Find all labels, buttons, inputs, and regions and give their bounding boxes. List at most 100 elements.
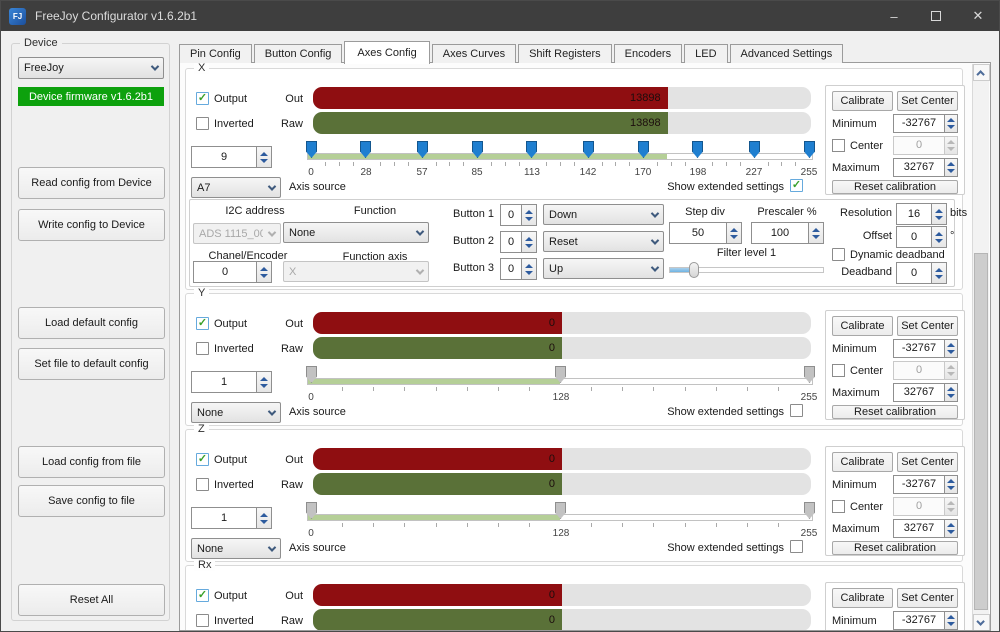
axis-button-3-number-arrows[interactable] (522, 258, 537, 280)
filter-level-slider[interactable] (669, 262, 824, 278)
prescaler-input[interactable]: 100 (751, 222, 824, 244)
minimum-input-arrows[interactable] (945, 114, 958, 133)
minimum-input-arrows[interactable] (945, 475, 958, 494)
inverted-checkbox[interactable] (196, 117, 209, 130)
resolution-input[interactable]: 16 (896, 203, 947, 225)
offset-input[interactable]: 0 (896, 226, 947, 248)
axis-button-1-number[interactable]: 0 (500, 204, 537, 226)
axis-source-select[interactable]: None (191, 402, 281, 423)
chanel-encoder-input[interactable]: 0 (193, 261, 272, 283)
maximum-input-arrows[interactable] (945, 158, 958, 177)
axis-slider[interactable]: 0128255 (307, 502, 813, 544)
set-center-button[interactable]: Set Center (897, 588, 958, 608)
output-checkbox[interactable]: ✓ (196, 317, 209, 330)
resolution-input-arrows[interactable] (932, 203, 947, 225)
tab-shift-registers[interactable]: Shift Registers (518, 44, 612, 63)
filter-slider-handle[interactable] (689, 262, 699, 278)
minimum-input[interactable]: -32767 (893, 339, 958, 358)
tab-advanced-settings[interactable]: Advanced Settings (730, 44, 844, 63)
scrollbar-thumb[interactable] (974, 253, 988, 610)
axis-points-input[interactable]: 1 (191, 371, 272, 393)
axis-slider[interactable]: 0285785113142170198227255 (307, 141, 813, 183)
axis-button-1-action-select[interactable]: Down (543, 204, 664, 225)
deadband-input-arrows[interactable] (932, 262, 947, 284)
output-checkbox[interactable]: ✓ (196, 92, 209, 105)
minimum-input[interactable]: -32767 (893, 475, 958, 494)
axis-slider[interactable]: 0128255 (307, 366, 813, 408)
i2c-address-select[interactable]: ADS 1115_00 (193, 223, 281, 244)
axis-points-input[interactable]: 1 (191, 507, 272, 529)
axis-points-input-arrows[interactable] (257, 507, 272, 529)
output-checkbox[interactable]: ✓ (196, 589, 209, 602)
minimum-input[interactable]: -32767 (893, 611, 958, 630)
maximum-input-arrows[interactable] (945, 519, 958, 538)
center-checkbox[interactable] (832, 139, 845, 152)
function-select[interactable]: None (283, 222, 429, 243)
dynamic-deadband-checkbox[interactable] (832, 248, 845, 261)
show-extended-checkbox[interactable] (790, 404, 803, 417)
maximum-input-arrows[interactable] (945, 383, 958, 402)
reset-calibration-button[interactable]: Reset calibration (832, 405, 958, 419)
center-input[interactable]: 0 (893, 136, 958, 155)
set-center-button[interactable]: Set Center (897, 452, 958, 472)
chanel-encoder-input-arrows[interactable] (257, 261, 272, 283)
axis-button-1-number-arrows[interactable] (522, 204, 537, 226)
vertical-scrollbar[interactable] (972, 64, 989, 631)
axis-button-2-number-arrows[interactable] (522, 231, 537, 253)
reset-all-button[interactable]: Reset All (18, 584, 165, 616)
prescaler-input-arrows[interactable] (809, 222, 824, 244)
set-center-button[interactable]: Set Center (897, 91, 958, 111)
step-div-input-arrows[interactable] (727, 222, 742, 244)
set-center-button[interactable]: Set Center (897, 316, 958, 336)
tab-button-config[interactable]: Button Config (254, 44, 343, 63)
center-input[interactable]: 0 (893, 497, 958, 516)
minimize-button[interactable]: – (873, 1, 915, 31)
output-checkbox[interactable]: ✓ (196, 453, 209, 466)
tab-led[interactable]: LED (684, 44, 727, 63)
calibrate-button[interactable]: Calibrate (832, 452, 893, 472)
load-config-from-file-button[interactable]: Load config from file (18, 446, 165, 478)
reset-calibration-button[interactable]: Reset calibration (832, 180, 958, 194)
center-input-arrows[interactable] (945, 361, 958, 380)
maximum-input[interactable]: 32767 (893, 519, 958, 538)
axis-button-2-action-select[interactable]: Reset (543, 231, 664, 252)
center-checkbox[interactable] (832, 364, 845, 377)
show-extended-checkbox[interactable] (790, 540, 803, 553)
minimum-input[interactable]: -32767 (893, 114, 958, 133)
maximum-input[interactable]: 32767 (893, 383, 958, 402)
step-div-input[interactable]: 50 (669, 222, 742, 244)
calibrate-button[interactable]: Calibrate (832, 588, 893, 608)
tab-encoders[interactable]: Encoders (614, 44, 682, 63)
show-extended-checkbox[interactable]: ✓ (790, 179, 803, 192)
calibrate-button[interactable]: Calibrate (832, 316, 893, 336)
deadband-input[interactable]: 0 (896, 262, 947, 284)
tab-axes-config[interactable]: Axes Config (344, 41, 429, 64)
inverted-checkbox[interactable] (196, 342, 209, 355)
axis-points-input-arrows[interactable] (257, 146, 272, 168)
function-axis-select[interactable]: X (283, 261, 429, 282)
offset-input-arrows[interactable] (932, 226, 947, 248)
center-input-arrows[interactable] (945, 136, 958, 155)
center-checkbox[interactable] (832, 500, 845, 513)
close-button[interactable]: ✕ (957, 1, 999, 31)
axis-source-select[interactable]: A7 (191, 177, 281, 198)
reset-calibration-button[interactable]: Reset calibration (832, 541, 958, 555)
minimum-input-arrows[interactable] (945, 339, 958, 358)
scrollbar-down-button[interactable] (973, 614, 990, 631)
axis-points-input-arrows[interactable] (257, 371, 272, 393)
set-file-to-default-config-button[interactable]: Set file to default config (18, 348, 165, 380)
calibrate-button[interactable]: Calibrate (832, 91, 893, 111)
axis-button-3-number[interactable]: 0 (500, 258, 537, 280)
load-default-config-button[interactable]: Load default config (18, 307, 165, 339)
tab-pin-config[interactable]: Pin Config (179, 44, 252, 63)
maximum-input[interactable]: 32767 (893, 158, 958, 177)
maximize-button[interactable] (915, 1, 957, 31)
write-config-to-device-button[interactable]: Write config to Device (18, 209, 165, 241)
axis-button-3-action-select[interactable]: Up (543, 258, 664, 279)
tab-axes-curves[interactable]: Axes Curves (432, 44, 516, 63)
inverted-checkbox[interactable] (196, 614, 209, 627)
minimum-input-arrows[interactable] (945, 611, 958, 630)
device-select[interactable]: FreeJoy (18, 57, 164, 79)
read-config-from-device-button[interactable]: Read config from Device (18, 167, 165, 199)
axis-points-input[interactable]: 9 (191, 146, 272, 168)
